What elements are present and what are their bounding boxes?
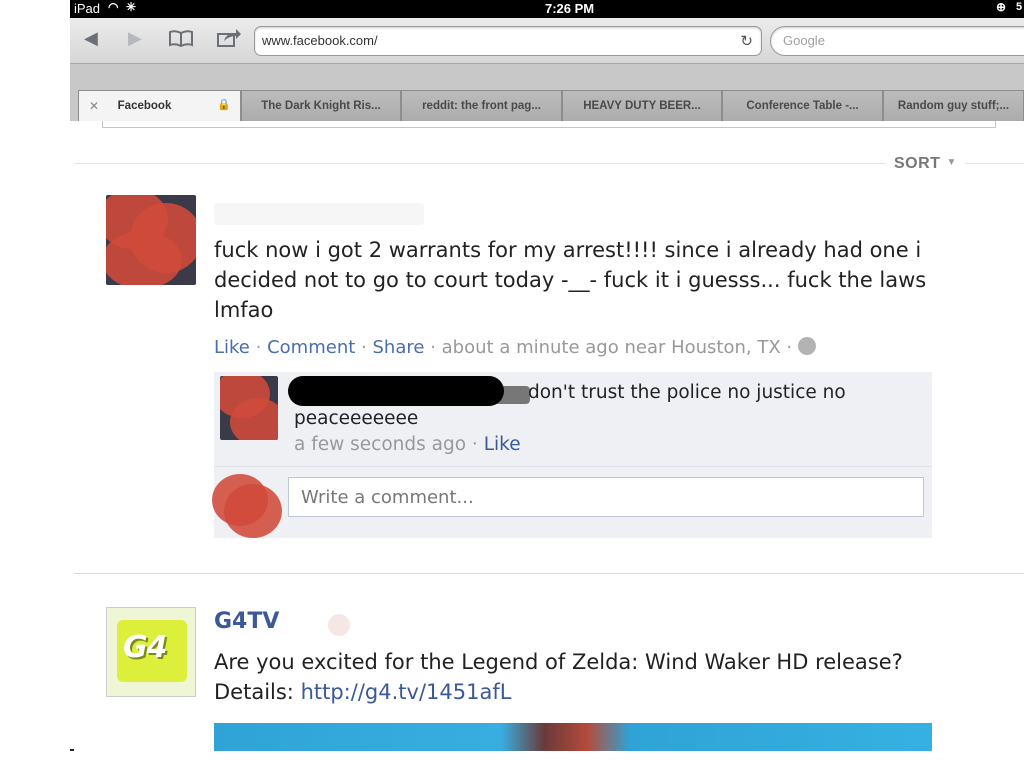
post-actions: Like · Comment · Share · about a minute …	[214, 337, 816, 358]
comment-like-link[interactable]: Like	[484, 434, 521, 455]
battery-label: 5	[1016, 1, 1023, 13]
post-link[interactable]: http://g4.tv/1451afL	[301, 680, 512, 704]
status-time: 7:26 PM	[545, 1, 595, 16]
tabs: ✕ Facebook 🔒 The Dark Knight Ris... redd…	[78, 90, 1024, 121]
photo-bottom-margin	[0, 751, 1024, 768]
tab-label: Conference Table -...	[746, 100, 859, 112]
tab-facebook[interactable]: ✕ Facebook 🔒	[78, 90, 241, 121]
comment-timestamp[interactable]: a few seconds ago	[294, 434, 466, 455]
redaction-scribble	[106, 231, 182, 285]
g4tv-avatar[interactable]: G4	[106, 607, 196, 697]
post-divider	[74, 573, 1024, 574]
link-preview-image[interactable]	[214, 723, 932, 751]
caret-down-icon: ▼	[946, 157, 957, 168]
comment-section: don't trust the police no justice no pea…	[212, 372, 932, 538]
tab-label: Facebook	[117, 100, 172, 112]
tab-strip: ✕ Facebook 🔒 The Dark Knight Ris... redd…	[70, 64, 1024, 121]
device-label: iPad	[74, 1, 101, 16]
separator: ·	[430, 337, 436, 358]
comment-link[interactable]: Comment	[267, 337, 355, 358]
tab-random-guy-stuff[interactable]: Random guy stuff;...	[883, 90, 1024, 121]
tab-dark-knight[interactable]: The Dark Knight Ris...	[241, 90, 401, 121]
redaction-scribble	[224, 484, 282, 538]
tab-reddit[interactable]: reddit: the front pag...	[401, 90, 562, 121]
tab-label: HEAVY DUTY BEER...	[583, 100, 701, 112]
url-input[interactable]	[262, 33, 732, 48]
divider	[214, 466, 932, 467]
page-name-link[interactable]: G4TV	[214, 609, 279, 634]
separator: ·	[361, 337, 367, 358]
search-input[interactable]	[783, 33, 1023, 48]
post-text: fuck now i got 2 warrants for my arrest!…	[214, 238, 927, 322]
post-text: Are you excited for the Legend of Zelda:…	[214, 647, 934, 707]
separator: ·	[786, 337, 793, 358]
address-bar[interactable]: ↻	[254, 26, 762, 56]
write-comment-box[interactable]	[288, 477, 924, 517]
reload-icon[interactable]: ↻	[740, 32, 753, 50]
back-icon[interactable]: ◀	[84, 28, 98, 50]
tab-label: reddit: the front pag...	[422, 100, 541, 112]
lock-icon: 🔒	[217, 99, 231, 111]
separator: ·	[471, 434, 478, 455]
tab-heavy-duty-beer[interactable]: HEAVY DUTY BEER...	[562, 90, 722, 121]
bookmarks-icon[interactable]	[168, 28, 194, 52]
tab-label: The Dark Knight Ris...	[261, 100, 381, 112]
feed-top-border	[102, 121, 996, 128]
divider	[74, 163, 1024, 164]
redaction-scribble	[230, 398, 278, 440]
facebook-feed: SORT ▼ fuck now i got 2 warrants for my a…	[74, 121, 1024, 751]
avatar[interactable]	[106, 195, 196, 285]
commenter-avatar[interactable]	[220, 376, 278, 440]
browser-toolbar: ◀ ▶ ↻	[70, 18, 1024, 64]
comment-input[interactable]	[289, 478, 909, 516]
close-tab-icon[interactable]: ✕	[89, 99, 99, 113]
like-link[interactable]: Like	[214, 337, 250, 358]
sort-label: SORT	[894, 155, 941, 172]
activity-spinner-icon: ✳	[126, 0, 137, 14]
rotation-lock-icon: ⊕	[996, 0, 1007, 14]
separator: ·	[255, 337, 262, 358]
sort-button[interactable]: SORT ▼	[886, 155, 965, 173]
comment-text: don't trust the police no justice no pea…	[294, 382, 846, 429]
wifi-icon: ◠	[108, 0, 119, 14]
decorative-dot	[328, 614, 350, 636]
search-bar[interactable]	[770, 26, 1024, 56]
share-link[interactable]: Share	[373, 337, 425, 358]
photo-left-margin	[0, 0, 70, 768]
globe-icon[interactable]	[797, 337, 816, 355]
tab-label: Random guy stuff;...	[897, 100, 1010, 112]
comment-meta: a few seconds ago · Like	[294, 434, 521, 455]
tab-conference-table[interactable]: Conference Table -...	[722, 90, 883, 121]
author-name-redacted	[214, 203, 424, 225]
share-icon[interactable]	[216, 28, 242, 53]
forward-icon[interactable]: ▶	[128, 28, 142, 50]
post-timestamp[interactable]: about a minute ago near Houston, TX	[442, 337, 781, 358]
my-avatar	[210, 470, 284, 540]
status-bar: iPad ◠ ✳ 7:26 PM ⊕ 5	[70, 0, 1024, 18]
g4-logo-text: G4	[123, 630, 167, 665]
